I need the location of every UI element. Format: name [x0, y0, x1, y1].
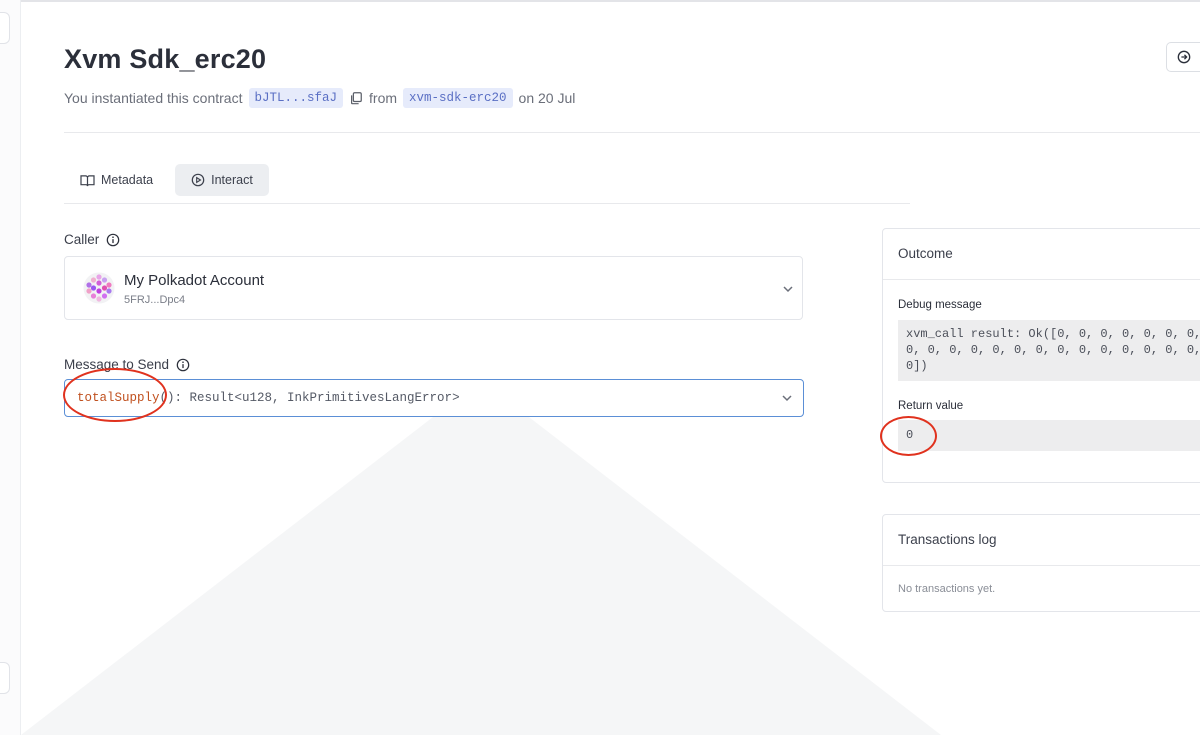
contract-address-chip[interactable]: bJTL...sfaJ	[248, 88, 344, 108]
transactions-log-header: Transactions log	[898, 532, 997, 547]
sidebar-bottom-handle[interactable]	[0, 662, 10, 694]
contract-tabs: Metadata Interact	[64, 164, 269, 196]
instantiated-date: on 20 Jul	[518, 90, 576, 106]
book-icon	[80, 174, 95, 186]
caller-label-text: Caller	[64, 232, 100, 247]
account-name: My Polkadot Account	[124, 272, 265, 289]
tab-interact[interactable]: Interact	[175, 164, 269, 196]
transactions-log-panel: Transactions log No transactions yet.	[882, 514, 1200, 612]
transactions-divider	[883, 565, 1200, 566]
debug-message-label: Debug message	[898, 299, 982, 311]
chevron-down-icon	[782, 395, 792, 402]
chevron-down-icon	[783, 286, 793, 293]
account-avatar	[83, 272, 115, 304]
return-value: 0	[898, 420, 1200, 451]
forget-contract-button[interactable]	[1166, 42, 1200, 72]
tabs-divider	[64, 203, 910, 204]
arrow-circle-right-icon	[1177, 50, 1191, 64]
annotation-circle-return	[880, 416, 937, 456]
sidebar-collapse-handle[interactable]	[0, 12, 10, 44]
contract-subtitle: You instantiated this contract bJTL...sf…	[64, 88, 575, 108]
info-icon[interactable]	[106, 233, 120, 247]
return-value-label: Return value	[898, 400, 964, 412]
annotation-circle-function	[63, 368, 167, 422]
account-address: 5FRJ...Dpc4	[124, 294, 186, 306]
page-title: Xvm Sdk_erc20	[64, 44, 267, 74]
caller-label: Caller	[64, 232, 120, 247]
outcome-divider	[883, 279, 1200, 280]
info-icon[interactable]	[176, 358, 190, 372]
code-hash-chip[interactable]: xvm-sdk-erc20	[403, 88, 513, 108]
outcome-header: Outcome	[898, 246, 953, 261]
copy-icon[interactable]	[349, 91, 363, 105]
header-divider	[64, 132, 1200, 133]
background-decoration	[21, 380, 941, 735]
debug-message-value: xvm_call result: Ok([0, 0, 0, 0, 0, 0, 0…	[898, 320, 1200, 381]
tab-interact-label: Interact	[211, 173, 253, 187]
top-border	[0, 0, 1200, 2]
subtitle-prefix: You instantiated this contract	[64, 90, 243, 106]
from-word: from	[369, 90, 398, 106]
caller-select[interactable]: My Polkadot Account 5FRJ...Dpc4	[64, 256, 803, 320]
tab-metadata[interactable]: Metadata	[64, 164, 169, 196]
play-circle-icon	[191, 173, 205, 187]
message-select[interactable]: totalSupply(): Result<u128, InkPrimitive…	[64, 379, 804, 417]
tab-metadata-label: Metadata	[101, 173, 154, 187]
message-signature-rest: (): Result<u128, InkPrimitivesLangError>	[159, 391, 460, 405]
left-sidebar-edge	[0, 0, 21, 735]
transactions-empty-text: No transactions yet.	[898, 583, 996, 595]
